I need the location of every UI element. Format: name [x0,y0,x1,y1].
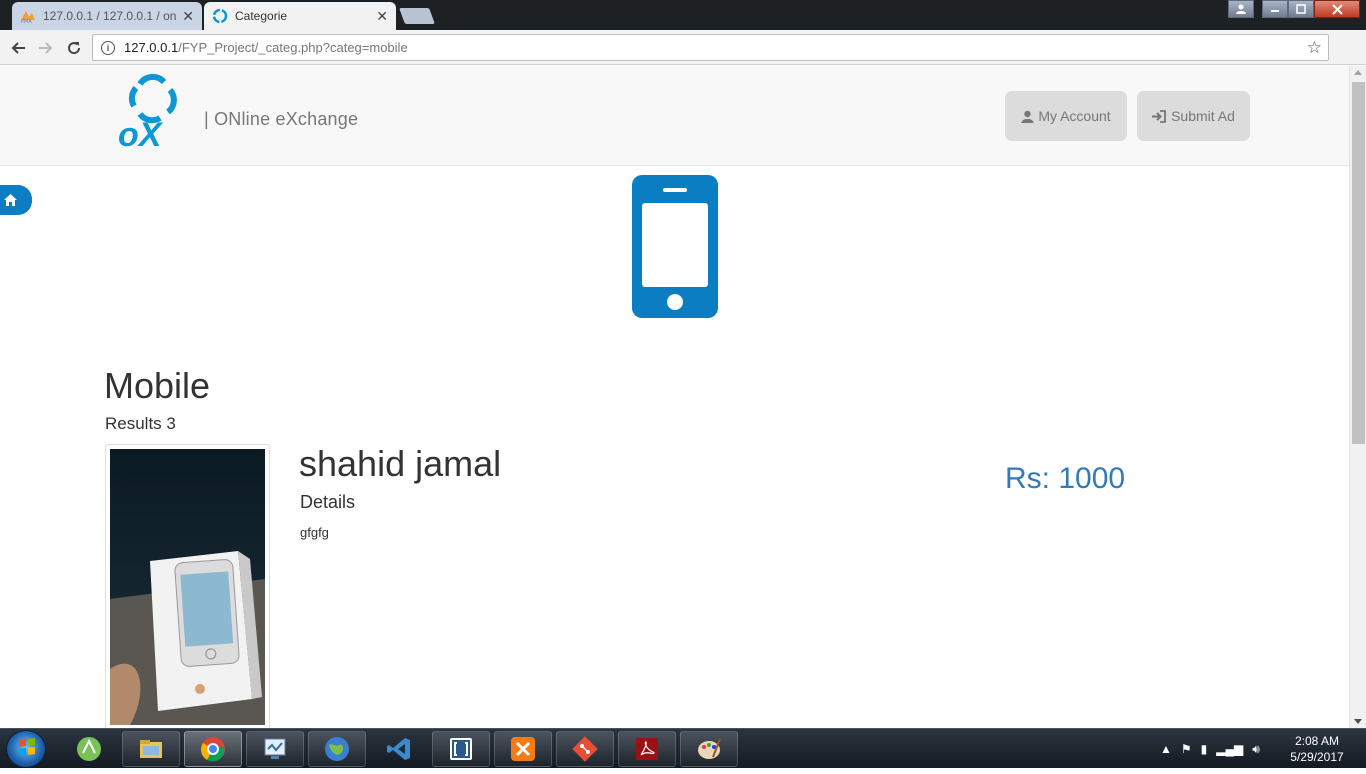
browser-tab-categorie[interactable]: Categorie ✕ [204,2,396,30]
phpmyadmin-icon: PMA [21,11,35,24]
ad-title[interactable]: shahid jamal [299,443,501,485]
onx-logo-icon [212,8,228,24]
page-scrollbar[interactable] [1349,66,1366,728]
scroll-down-icon[interactable] [1354,719,1362,724]
network-signal-icon[interactable]: ▂▄▆ [1216,742,1243,756]
bookmark-star-icon[interactable]: ☆ [1307,38,1322,58]
acrobat-icon[interactable] [618,731,676,767]
android-studio-icon[interactable] [60,731,118,767]
task-manager-icon[interactable] [246,731,304,767]
site-brand[interactable]: | ONline eXchange [204,109,358,130]
user-icon [1021,110,1034,123]
windows-taskbar: ▲ ⚑ ▮ ▂▄▆ 🔊︎ 2:08 AM 5/29/2017 [0,728,1366,768]
volume-icon[interactable]: 🔊︎ [1252,742,1260,757]
ad-photo [110,449,265,725]
browser-tab-strip: PMA 127.0.0.1 / 127.0.0.1 / onl ✕ Catego… [0,0,1366,30]
system-tray: ▲ ⚑ ▮ ▂▄▆ 🔊︎ [1160,729,1260,769]
scrollbar-thumb[interactable] [1352,82,1365,444]
url-host: 127.0.0.1 [124,40,179,55]
results-count: Results 3 [105,414,176,433]
reload-icon[interactable] [63,37,85,59]
address-bar[interactable]: i 127.0.0.1/FYP_Project/_categ.php?categ… [92,34,1329,61]
close-tab-icon[interactable]: ✕ [182,8,194,25]
submit-ad-button[interactable]: Submit Ad [1137,91,1250,141]
my-account-label: My Account [1038,108,1111,124]
tab-title: 127.0.0.1 / 127.0.0.1 / onl [43,9,177,23]
mobile-phone-icon [632,175,718,318]
paint-icon[interactable] [680,731,738,767]
new-tab-button[interactable] [399,8,435,24]
taskbar-clock[interactable]: 2:08 AM 5/29/2017 [1282,733,1352,765]
xampp-icon[interactable] [494,731,552,767]
category-title: Mobile [104,365,211,406]
profile-icon[interactable] [1228,0,1254,18]
git-icon[interactable] [556,731,614,767]
site-navbar: oX | ONline eXchange My Account Submit A… [0,66,1349,166]
home-icon [4,194,17,206]
browser-toolbar: i 127.0.0.1/FYP_Project/_categ.php?categ… [0,30,1366,86]
ad-details-text: gfgfg [300,525,329,540]
clock-date: 5/29/2017 [1290,750,1344,764]
login-icon [1152,109,1166,123]
visual-studio-icon[interactable] [370,731,428,767]
back-arrow-icon[interactable] [7,37,29,59]
scroll-up-icon[interactable] [1354,70,1362,75]
info-icon[interactable]: i [101,40,115,55]
ad-price: Rs: 1000 [1005,462,1126,495]
forward-arrow-icon[interactable] [35,37,57,59]
close-tab-icon[interactable]: ✕ [376,8,388,25]
clock-time: 2:08 AM [1294,734,1340,748]
home-button[interactable] [0,185,32,215]
minimize-button[interactable] [1262,0,1288,18]
onx-logo[interactable]: oX [118,74,192,150]
maximize-button[interactable] [1288,0,1314,18]
globe-icon[interactable] [308,731,366,767]
url-path: /FYP_Project/_categ.php?categ=mobile [178,40,408,55]
chrome-icon[interactable] [184,731,242,767]
submit-ad-label: Submit Ad [1171,108,1235,124]
power-icon[interactable]: ▮ [1201,742,1208,756]
action-center-flag-icon[interactable]: ⚑ [1181,742,1192,756]
ad-thumbnail[interactable] [105,444,270,728]
close-window-button[interactable] [1314,0,1360,18]
browser-tab-phpmyadmin[interactable]: PMA 127.0.0.1 / 127.0.0.1 / onl ✕ [12,2,202,30]
svg-text:PMA: PMA [21,19,32,24]
page-viewport: oX | ONline eXchange My Account Submit A… [0,66,1366,728]
show-hidden-icons-icon[interactable]: ▲ [1160,742,1172,756]
tab-title: Categorie [235,9,288,23]
start-button[interactable] [6,730,46,768]
file-explorer-icon[interactable] [122,731,180,767]
svg-text:oX: oX [118,116,164,150]
ad-details-heading: Details [300,492,356,512]
my-account-button[interactable]: My Account [1005,91,1127,141]
brackets-icon[interactable] [432,731,490,767]
